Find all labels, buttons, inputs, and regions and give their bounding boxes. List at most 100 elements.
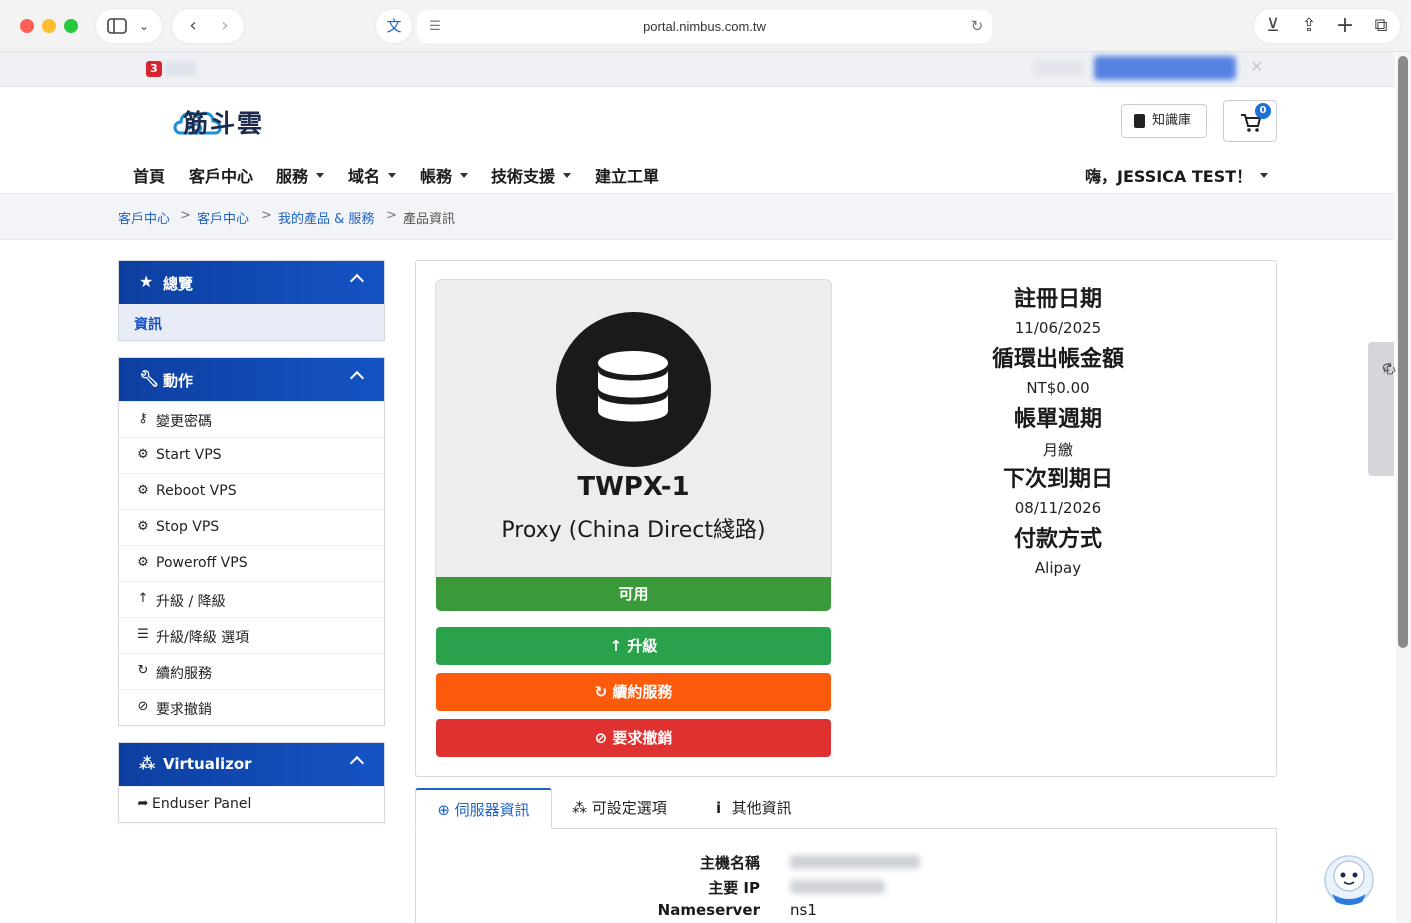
nav-open-ticket[interactable]: 建立工單 (595, 163, 659, 187)
nameserver-label: Nameserver (657, 901, 760, 919)
breadcrumb-link-2[interactable]: 客戶中心 (197, 208, 249, 227)
chevron-down-icon[interactable]: ⌄ (134, 9, 154, 43)
zoom-window-button[interactable] (64, 19, 78, 33)
database-icon (556, 312, 711, 467)
logo-text[interactable]: 筋斗雲 (183, 104, 264, 140)
renew-button[interactable]: ↻ 續約服務 (436, 673, 831, 711)
cogs-icon: ⚙ (137, 447, 149, 462)
recurring-amount-label: 循環出帳金額 (991, 347, 1124, 372)
sidebar-item-label: Enduser Panel (152, 796, 252, 812)
chat-mascot-icon[interactable] (1322, 848, 1376, 906)
forward-icon[interactable]: › (210, 9, 240, 43)
sidebar-item-info[interactable]: 資訊 (119, 304, 384, 340)
cancel-label: 要求撤銷 (612, 729, 673, 747)
book-icon (1134, 114, 1145, 128)
chevron-up-icon[interactable] (349, 755, 365, 771)
tab-configurable-options[interactable]: ⁂ 可設定選項 (572, 788, 667, 829)
tab-other-info[interactable]: i 其他資訊 (716, 788, 792, 829)
browser-toolbar: ⌄ ‹ › 文 ☰ portal.nimbus.com.tw ↻ ⊻ ⇪ + ⧉ (0, 0, 1411, 52)
payment-method-value: Alipay (1034, 559, 1082, 577)
sidebar-item-label: 續約服務 (156, 666, 212, 682)
nav-home[interactable]: 首頁 (133, 163, 165, 187)
share-icon[interactable]: ⇪ (1294, 9, 1324, 43)
return-admin-button[interactable]: ↻ 返回管理中心 (1368, 342, 1411, 476)
history-nav: ‹ › (172, 9, 244, 43)
list-icon: ☰ (137, 627, 149, 642)
sidebar-item-renew[interactable]: ↻ 續約服務 (119, 653, 384, 689)
tabs-overview-icon[interactable]: ⧉ (1366, 9, 1396, 43)
sidebar-icon[interactable] (104, 9, 130, 46)
tab-label: 其他資訊 (731, 799, 792, 817)
user-greeting: 嗨，JESSICA TEST！ (1085, 167, 1253, 186)
cubes-icon: ⁂ (572, 799, 592, 817)
nav-support[interactable]: 技術支援 (491, 163, 572, 187)
nav-domains[interactable]: 域名 (348, 163, 397, 187)
ban-icon: ⊘ (594, 729, 613, 747)
actions-panel-header[interactable]: 🔧︎ 動作 (119, 358, 384, 401)
cogs-icon: ⚙ (137, 483, 149, 498)
registration-date-label: 註冊日期 (1013, 287, 1102, 312)
status-badge: 可用 (436, 577, 831, 611)
ban-icon: ⊘ (137, 699, 149, 714)
tab-server-info[interactable]: ⊕ 伺服器資訊 (415, 788, 552, 829)
sidebar-item-change-password[interactable]: ⚷ 變更密碼 (119, 401, 384, 437)
product-name: TWPX-1 (577, 472, 690, 502)
chevron-up-icon[interactable] (349, 370, 365, 386)
sidebar-item-label: 變更密碼 (156, 414, 212, 430)
scrollbar-thumb[interactable] (1398, 56, 1408, 648)
notice-redacted-text-2 (1034, 60, 1084, 76)
sidebar-toggle-group: ⌄ (96, 9, 162, 43)
breadcrumb-separator: > (261, 208, 272, 223)
actions-title: 動作 (163, 372, 194, 390)
tab-label: 伺服器資訊 (454, 801, 530, 819)
arrow-up-icon: ↑ (137, 591, 149, 606)
translate-button[interactable]: 文 (376, 9, 412, 43)
overview-panel: ★ 總覽 資訊 (118, 260, 385, 341)
minimize-window-button[interactable] (42, 19, 56, 33)
sidebar-item-reboot-vps[interactable]: ⚙ Reboot VPS (119, 473, 384, 509)
user-menu[interactable]: 嗨，JESSICA TEST！ (1085, 163, 1269, 187)
nav-services[interactable]: 服務 (276, 163, 325, 187)
address-bar[interactable]: ☰ portal.nimbus.com.tw ↻ (417, 10, 992, 43)
next-due-date-value: 08/11/2026 (1014, 499, 1102, 517)
new-tab-icon[interactable]: + (1330, 9, 1360, 43)
reload-icon[interactable]: ↻ (967, 10, 987, 43)
back-icon[interactable]: ‹ (178, 9, 208, 43)
key-icon: ⚷ (138, 411, 148, 426)
nav-client-area[interactable]: 客戶中心 (189, 163, 253, 187)
star-icon: ★ (139, 272, 154, 291)
registration-date-value: 11/06/2025 (1014, 319, 1102, 337)
notice-close-icon[interactable]: ✕ (1250, 57, 1263, 76)
chevron-up-icon[interactable] (349, 273, 365, 289)
breadcrumb-separator: > (180, 208, 191, 223)
notice-redacted-button[interactable] (1094, 56, 1236, 80)
knowledgebase-label: 知識庫 (1152, 113, 1192, 128)
url-text: portal.nimbus.com.tw (643, 19, 766, 34)
nav-domains-label: 域名 (348, 167, 381, 186)
sidebar-item-start-vps[interactable]: ⚙ Start VPS (119, 437, 384, 473)
primary-ip-value-redacted (790, 880, 885, 894)
cancel-request-button[interactable]: ⊘ 要求撤銷 (436, 719, 831, 757)
breadcrumb-link-3[interactable]: 我的產品 & 服務 (278, 208, 374, 227)
sidebar-item-upgrade[interactable]: ↑ 升級 / 降級 (119, 581, 384, 617)
upgrade-button[interactable]: ↑ 升級 (436, 627, 831, 665)
sidebar-item-poweroff-vps[interactable]: ⚙ Poweroff VPS (119, 545, 384, 581)
overview-panel-header[interactable]: ★ 總覽 (119, 261, 384, 304)
sidebar-item-enduser-panel[interactable]: ➦ Enduser Panel (119, 786, 384, 822)
download-icon[interactable]: ⊻ (1258, 9, 1288, 43)
sidebar-item-stop-vps[interactable]: ⚙ Stop VPS (119, 509, 384, 545)
virtualizor-panel-header[interactable]: ⁂ Virtualizor (119, 743, 384, 786)
tab-panel (415, 828, 1277, 923)
knowledgebase-button[interactable]: 知識庫 (1121, 104, 1207, 138)
breadcrumb-link-1[interactable]: 客戶中心 (118, 208, 170, 227)
breadcrumb-current: 產品資訊 (403, 212, 456, 227)
close-window-button[interactable] (20, 19, 34, 33)
cubes-icon: ⁂ (139, 754, 156, 773)
notice-count-badge[interactable]: 3 (146, 61, 162, 77)
sidebar-item-label: Poweroff VPS (156, 555, 248, 571)
sidebar-item-cancel[interactable]: ⊘ 要求撤銷 (119, 689, 384, 725)
nav-billing[interactable]: 帳務 (420, 163, 469, 187)
sidebar-item-label: 升級/降級 選項 (156, 630, 250, 646)
caret-down-icon (1260, 173, 1269, 178)
sidebar-item-upgrade-options[interactable]: ☰ 升級/降級 選項 (119, 617, 384, 653)
